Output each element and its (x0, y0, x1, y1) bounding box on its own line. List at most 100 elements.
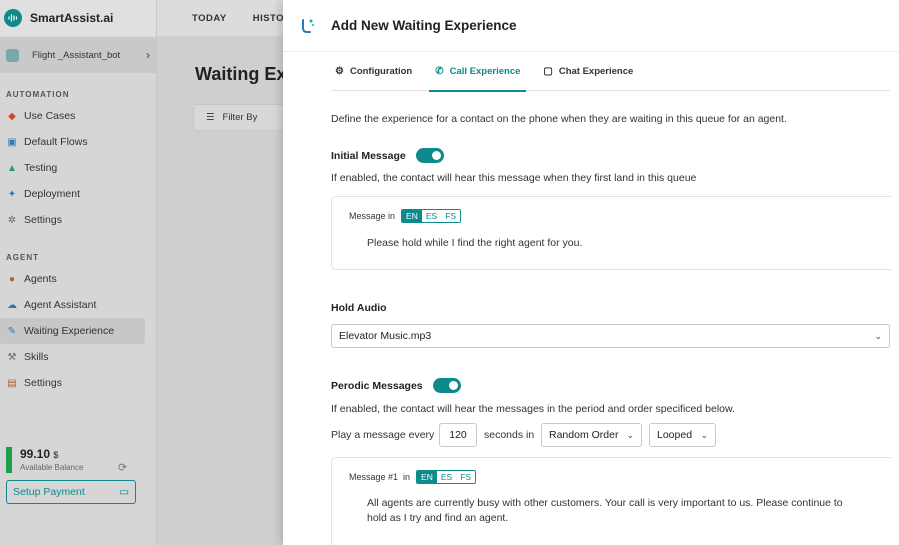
order-value: Random Order (549, 429, 619, 441)
periodic-messages-hint: If enabled, the contact will hear the me… (331, 403, 735, 415)
initial-message-text[interactable]: Please hold while I find the right agent… (367, 236, 582, 251)
tab-chat-experience[interactable]: ▢ Chat Experience (539, 52, 637, 91)
initial-message-toggle[interactable] (415, 148, 444, 163)
deployment-icon: ✦ (7, 188, 17, 200)
waiting-experience-icon (302, 18, 314, 33)
filter-icon: ☰ (206, 112, 215, 123)
waiting-experience-icon: ✎ (7, 325, 17, 337)
bot-selector[interactable]: Flight _Assistant_bot › (0, 37, 156, 73)
balance-block: 99.10 $ Available Balance (6, 447, 83, 473)
skills-icon: ⚒ (7, 351, 17, 363)
sidebar-item-label: Agent Assistant (24, 299, 97, 311)
tab-configuration[interactable]: ⚙ Configuration (331, 52, 416, 91)
lang-es[interactable]: ES (436, 471, 457, 483)
chevron-down-icon: ⌄ (626, 429, 634, 440)
sidebar-item-deployment[interactable]: ✦ Deployment (0, 181, 156, 207)
sidebar-item-agent-settings[interactable]: ▤ Settings (0, 370, 156, 396)
nav-history[interactable]: HISTO (253, 13, 284, 24)
initial-message-card: Message in EN ES FS Please hold while I … (331, 196, 891, 270)
periodic-messages-toggle[interactable] (432, 378, 461, 393)
balance-unit: $ (53, 450, 59, 460)
seconds-input[interactable]: 120 (439, 423, 477, 447)
balance-amount: 99.10 (20, 447, 51, 461)
agent-assistant-icon: ☁ (7, 299, 17, 311)
tab-label: Chat Experience (558, 66, 634, 77)
bot-avatar-icon (6, 48, 19, 62)
play-prefix: Play a message every (331, 429, 435, 441)
chat-icon: ▢ (543, 66, 553, 77)
periodic-messages-label: Perodic Messages (331, 379, 423, 392)
default-flows-icon: ▣ (7, 136, 17, 148)
language-switcher: EN ES FS (416, 470, 477, 484)
sidebar-item-label: Settings (24, 214, 62, 226)
chevron-down-icon: ⌄ (874, 330, 882, 341)
testing-icon: ▲ (7, 162, 17, 174)
lang-en[interactable]: EN (402, 210, 422, 222)
sidebar-item-label: Testing (24, 162, 58, 174)
brand[interactable]: SmartAssist.ai (0, 0, 156, 36)
sidebar-item-waiting-experience[interactable]: ✎ Waiting Experience (0, 318, 145, 344)
loop-select[interactable]: Looped ⌄ (649, 423, 716, 447)
filter-button[interactable]: ☰ Filter By (193, 104, 293, 131)
refresh-icon[interactable]: ⟳ (118, 461, 127, 474)
waiting-experience-drawer: Add New Waiting Experience ⚙ Configuratio… (283, 0, 899, 545)
lang-fs[interactable]: FS (441, 210, 461, 222)
periodic-message-line-1: All agents are currently busy with other… (367, 497, 843, 509)
filter-label: Filter By (222, 112, 258, 123)
sidebar-item-label: Settings (24, 377, 62, 389)
initial-message-row: Initial Message (331, 148, 444, 163)
phone-icon: ✆ (435, 66, 444, 77)
nav-today[interactable]: TODAY (192, 13, 227, 24)
tab-bar: ⚙ Configuration ✆ Call Experience ▢ Chat Ex… (331, 52, 890, 92)
sidebar: SmartAssist.ai Flight _Assistant_bot › A… (0, 0, 157, 545)
hold-audio-label: Hold Audio (331, 302, 387, 314)
brand-name: SmartAssist.ai (30, 11, 114, 25)
lang-es[interactable]: ES (421, 210, 442, 222)
setup-payment-button[interactable]: Setup Payment ▭ (6, 480, 136, 504)
automation-section-title: AUTOMATION (6, 90, 70, 99)
sidebar-item-agents[interactable]: ● Agents (0, 266, 156, 292)
settings-icon: ▤ (7, 377, 17, 389)
message-number-label: Message #1 in (349, 472, 411, 482)
tab-call-experience[interactable]: ✆ Call Experience (429, 52, 527, 92)
periodic-message-line-2: hold as I try and find an agent. (367, 512, 509, 524)
sidebar-item-skills[interactable]: ⚒ Skills (0, 344, 156, 370)
balance-indicator (6, 447, 12, 473)
brand-logo-icon (4, 9, 22, 27)
sidebar-item-default-flows[interactable]: ▣ Default Flows (0, 129, 156, 155)
initial-message-label: Initial Message (331, 149, 406, 162)
chevron-down-icon: ⌄ (700, 429, 708, 440)
sidebar-item-label: Skills (24, 351, 49, 363)
periodic-message-text[interactable]: All agents are currently busy with other… (367, 496, 843, 526)
credit-card-icon: ▭ (119, 486, 129, 498)
bot-name: Flight _Assistant_bot (32, 49, 121, 61)
description-text: Define the experience for a contact on t… (331, 113, 787, 125)
message-language-row: Message #1 in EN ES FS (349, 470, 477, 484)
setup-payment-label: Setup Payment (13, 486, 85, 498)
sidebar-item-use-cases[interactable]: ◆ Use Cases (0, 103, 156, 129)
lang-fs[interactable]: FS (456, 471, 476, 483)
balance-label: Available Balance (20, 463, 84, 472)
initial-message-hint: If enabled, the contact will hear this m… (331, 172, 697, 184)
loop-value: Looped (657, 429, 693, 441)
message-in-label: Message in (349, 211, 396, 221)
chevron-right-icon: › (146, 48, 150, 62)
sidebar-item-label: Default Flows (24, 136, 88, 148)
periodic-messages-row: Perodic Messages (331, 378, 461, 393)
language-switcher: EN ES FS (401, 209, 462, 223)
sidebar-item-agent-assistant[interactable]: ☁ Agent Assistant (0, 292, 156, 318)
gear-icon: ⚙ (335, 66, 344, 77)
drawer-header: Add New Waiting Experience (283, 0, 899, 52)
hold-audio-value: Elevator Music.mp3 (339, 330, 432, 342)
balance-value: 99.10 $ (20, 447, 83, 461)
sidebar-item-label: Deployment (24, 188, 81, 200)
lang-en[interactable]: EN (417, 471, 437, 483)
tab-label: Configuration (349, 66, 413, 77)
order-select[interactable]: Random Order ⌄ (541, 423, 642, 447)
page-title: Waiting Ex (195, 64, 287, 84)
tab-label: Call Experience (449, 66, 521, 77)
sidebar-item-settings[interactable]: ✲ Settings (0, 207, 156, 233)
sidebar-item-label: Agents (24, 273, 57, 285)
hold-audio-select[interactable]: Elevator Music.mp3 ⌄ (331, 324, 890, 348)
sidebar-item-testing[interactable]: ▲ Testing (0, 155, 156, 181)
